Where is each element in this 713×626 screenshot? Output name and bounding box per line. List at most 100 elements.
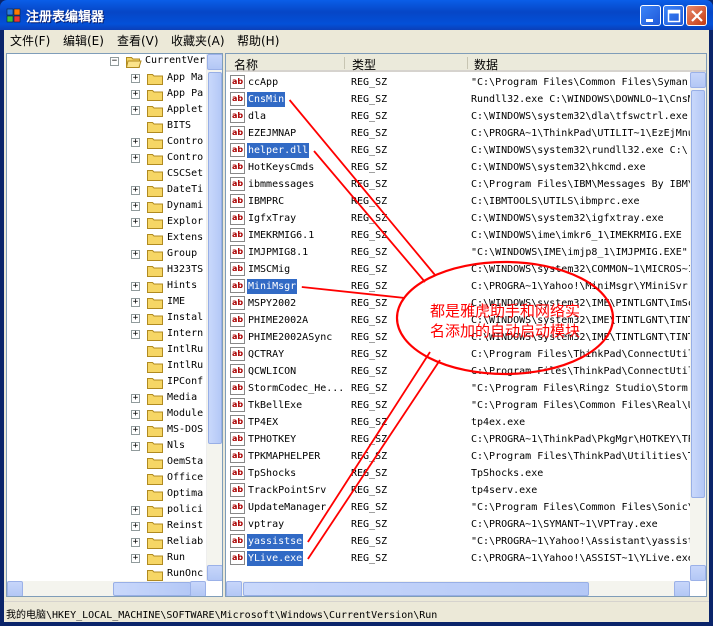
- menu-view[interactable]: 查看(V): [117, 32, 159, 49]
- minimize-button[interactable]: [640, 5, 661, 26]
- list-row[interactable]: ab QCWLICON REG_SZ C:\Program Files\ThinkPa…: [226, 363, 691, 380]
- expand-icon[interactable]: +: [131, 410, 140, 419]
- scroll-left-arrow-icon[interactable]: [7, 581, 23, 596]
- list-horizontal-scrollbar[interactable]: [226, 581, 690, 596]
- tree-item-label: Applet: [167, 104, 204, 115]
- list-vertical-scrollbar[interactable]: [690, 72, 706, 581]
- scroll-down-arrow-icon[interactable]: [207, 565, 222, 581]
- column-header-data[interactable]: 数据: [474, 56, 498, 73]
- list-row[interactable]: ab IMJPMIG8.1 REG_SZ "C:\WINDOWS\IME\imjp8_…: [226, 244, 690, 261]
- tree-item-label: Extens: [167, 232, 204, 243]
- list-row[interactable]: ab helper.dll REG_SZ C:\WINDOWS\system32\ru…: [226, 142, 690, 159]
- expand-icon[interactable]: +: [131, 330, 140, 339]
- list-hscroll-thumb[interactable]: [243, 582, 589, 596]
- list-row[interactable]: ab yassistse REG_SZ "C:\PROGRA~1\Yahoo!\Ass…: [226, 533, 691, 550]
- scroll-up-arrow-icon[interactable]: [690, 72, 706, 88]
- maximize-button[interactable]: [663, 5, 684, 26]
- value-data: C:\PROGRA~1\Yahoo!\ASSIST~1\YLive.exe: [471, 553, 691, 564]
- expand-icon[interactable]: +: [131, 218, 140, 227]
- collapse-icon[interactable]: −: [110, 57, 119, 66]
- list-row[interactable]: ab IBMPRC REG_SZ C:\IBMTOOLS\UTILS\ibmprc.e…: [226, 193, 690, 210]
- tree-item-label: App Ma: [167, 72, 204, 83]
- expand-icon[interactable]: +: [131, 106, 140, 115]
- expand-icon[interactable]: +: [131, 74, 140, 83]
- folder-icon: [147, 458, 163, 469]
- list-row[interactable]: ab dla REG_SZ C:\WINDOWS\system32\dla\tfswc…: [226, 108, 690, 125]
- list-row[interactable]: ab IMEKRMIG6.1 REG_SZ C:\WINDOWS\ime\imkr6_…: [226, 227, 690, 244]
- column-header-name[interactable]: 名称: [234, 56, 258, 73]
- list-row[interactable]: ab EZEJMNAP REG_SZ C:\PROGRA~1\ThinkPad\UTI…: [226, 125, 691, 142]
- scroll-right-arrow-icon[interactable]: [190, 581, 206, 596]
- value-data: "C:\WINDOWS\IME\imjp8_1\IMJPMIG.EXE": [471, 247, 688, 258]
- list-row[interactable]: ab ccApp REG_SZ "C:\Program Files\Common Fi…: [226, 74, 690, 91]
- value-type: REG_SZ: [351, 298, 388, 309]
- string-value-icon: ab: [230, 500, 245, 514]
- list-row[interactable]: ab QCTRAY REG_SZ C:\Program Files\ThinkPad\…: [226, 346, 691, 363]
- title-bar[interactable]: 注册表编辑器: [0, 0, 713, 30]
- list-row[interactable]: ab MiniMsgr REG_SZ C:\PROGRA~1\Yahoo!\MiniM…: [226, 278, 691, 295]
- menu-favorites[interactable]: 收藏夹(A): [171, 32, 225, 49]
- expand-icon[interactable]: +: [131, 202, 140, 211]
- list-row[interactable]: ab TkBellExe REG_SZ "C:\Program Files\Commo…: [226, 397, 691, 414]
- list-row[interactable]: ab IgfxTray REG_SZ C:\WINDOWS\system32\igfx…: [226, 210, 690, 227]
- list-row[interactable]: ab UpdateManager REG_SZ "C:\Program Files\C…: [226, 499, 691, 516]
- list-row[interactable]: ab PHIME2002A REG_SZ C:\WINDOWS\system32\IM…: [226, 312, 691, 329]
- list-row[interactable]: ab TrackPointSrv REG_SZ tp4serv.exe: [226, 482, 690, 499]
- scroll-down-arrow-icon[interactable]: [690, 565, 706, 581]
- expand-icon[interactable]: +: [131, 250, 140, 259]
- tree-horizontal-scrollbar[interactable]: [7, 581, 206, 596]
- folder-icon: [147, 234, 163, 245]
- client-area: − CurrentVer + App Ma + App Pa + Applet BITS + C…: [4, 49, 709, 601]
- menu-edit[interactable]: 编辑(E): [63, 32, 104, 49]
- expand-icon[interactable]: +: [131, 554, 140, 563]
- list-row[interactable]: ab CnsMin REG_SZ Rundll32.exe C:\WINDOWS\DO…: [226, 91, 691, 108]
- expand-icon[interactable]: +: [131, 90, 140, 99]
- tree-hscroll-thumb[interactable]: [113, 582, 191, 596]
- expand-icon[interactable]: +: [131, 506, 140, 515]
- list-scroll-thumb[interactable]: [691, 90, 705, 498]
- column-header-type[interactable]: 类型: [352, 56, 376, 73]
- scroll-up-arrow-icon[interactable]: [207, 54, 222, 70]
- list-row[interactable]: ab YLive.exe REG_SZ C:\PROGRA~1\Yahoo!\ASSI…: [226, 550, 691, 567]
- value-name: TkBellExe: [248, 400, 303, 411]
- tree-scroll-thumb[interactable]: [208, 72, 222, 444]
- close-button[interactable]: [686, 5, 707, 26]
- list-row[interactable]: ab IMSCMig REG_SZ C:\WINDOWS\system32\COMMO…: [226, 261, 691, 278]
- expand-icon[interactable]: +: [131, 314, 140, 323]
- expand-icon[interactable]: +: [131, 138, 140, 147]
- expand-icon[interactable]: +: [131, 522, 140, 531]
- column-divider[interactable]: [344, 57, 345, 69]
- expand-icon[interactable]: +: [131, 538, 140, 547]
- list-row[interactable]: ab vptray REG_SZ C:\PROGRA~1\SYMANT~1\VPTra…: [226, 516, 690, 533]
- value-data: C:\WINDOWS\system32\IME\TINTLGNT\TINT: [471, 332, 691, 343]
- menu-help[interactable]: 帮助(H): [237, 32, 279, 49]
- column-divider[interactable]: [467, 57, 468, 69]
- scroll-right-arrow-icon[interactable]: [674, 581, 690, 596]
- list-row[interactable]: ab ibmmessages REG_SZ C:\Program Files\IBM\…: [226, 176, 691, 193]
- expand-icon[interactable]: +: [131, 298, 140, 307]
- expand-icon[interactable]: +: [131, 394, 140, 403]
- scroll-left-arrow-icon[interactable]: [226, 581, 242, 596]
- tree-vertical-scrollbar[interactable]: [206, 54, 222, 581]
- string-value-icon: ab: [230, 415, 245, 429]
- list-row[interactable]: ab TPHOTKEY REG_SZ C:\PROGRA~1\ThinkPad\Pkg…: [226, 431, 691, 448]
- list-row[interactable]: ab PHIME2002ASync REG_SZ C:\WINDOWS\system3…: [226, 329, 691, 346]
- string-value-icon: ab: [230, 551, 245, 565]
- list-row[interactable]: ab HotKeysCmds REG_SZ C:\WINDOWS\system32\h…: [226, 159, 690, 176]
- folder-icon: [147, 122, 163, 133]
- expand-icon[interactable]: +: [131, 282, 140, 291]
- expand-icon[interactable]: +: [131, 154, 140, 163]
- menu-file[interactable]: 文件(F): [10, 32, 50, 49]
- folder-icon: [147, 378, 163, 389]
- list-row[interactable]: ab TpShocks REG_SZ TpShocks.exe: [226, 465, 690, 482]
- value-type: REG_SZ: [351, 451, 388, 462]
- value-data: C:\PROGRA~1\ThinkPad\UTILIT~1\EzEjMnu: [471, 128, 691, 139]
- expand-icon[interactable]: +: [131, 426, 140, 435]
- value-name: PHIME2002A: [248, 315, 309, 326]
- list-row[interactable]: ab TPKMAPHELPER REG_SZ C:\Program Files\Thi…: [226, 448, 691, 465]
- list-row[interactable]: ab MSPY2002 REG_SZ C:\WINDOWS\system32\IME\…: [226, 295, 691, 312]
- list-row[interactable]: ab TP4EX REG_SZ tp4ex.exe: [226, 414, 690, 431]
- list-row[interactable]: ab StormCodec_He... REG_SZ "C:\Program File…: [226, 380, 690, 397]
- expand-icon[interactable]: +: [131, 186, 140, 195]
- expand-icon[interactable]: +: [131, 442, 140, 451]
